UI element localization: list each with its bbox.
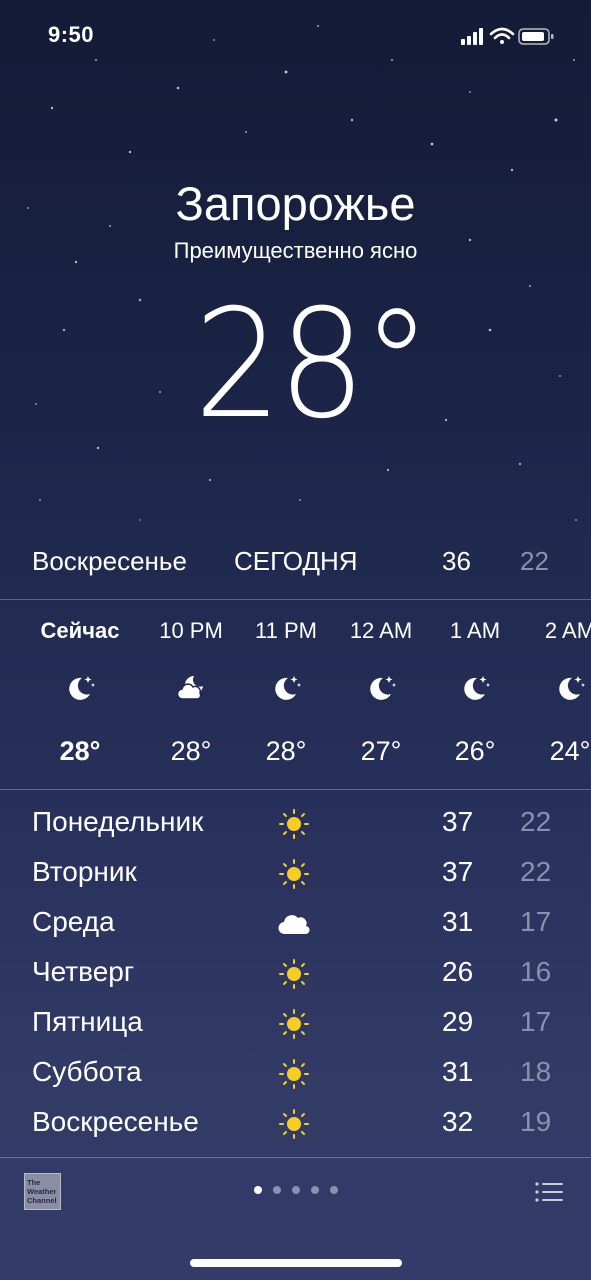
page-dot[interactable] bbox=[273, 1186, 281, 1194]
daily-high: 37 bbox=[442, 806, 474, 837]
today-low: 22 bbox=[520, 546, 549, 576]
daily-low: 16 bbox=[520, 956, 552, 987]
divider bbox=[0, 1157, 591, 1158]
daily-low: 17 bbox=[520, 1006, 552, 1037]
daily-high: 31 bbox=[442, 1056, 474, 1087]
city-name: Запорожье bbox=[175, 177, 416, 230]
status-icons bbox=[461, 26, 561, 51]
daily-row: Понедельник 37 22 bbox=[0, 800, 591, 850]
hour-time: 11 PM bbox=[255, 618, 317, 643]
moon-stars-icon bbox=[370, 676, 396, 700]
hourly-item: 1 AM 26° bbox=[425, 600, 525, 790]
hour-time: 2 AM bbox=[544, 618, 591, 643]
daily-row: Четверг 26 16 bbox=[0, 950, 591, 1000]
divider bbox=[0, 789, 591, 790]
hour-time: 12 AM bbox=[349, 618, 413, 643]
daily-low: 19 bbox=[520, 1106, 552, 1137]
home-indicator[interactable] bbox=[190, 1259, 402, 1267]
daily-high: 37 bbox=[442, 856, 474, 887]
sun-icon bbox=[279, 959, 309, 989]
moon-stars-icon bbox=[559, 676, 585, 700]
hour-time: Сейчас bbox=[40, 618, 120, 643]
page-indicator[interactable] bbox=[254, 1186, 344, 1196]
hourly-item: 2 AM 24° bbox=[520, 600, 591, 790]
wifi-icon bbox=[489, 27, 515, 44]
daily-high: 26 bbox=[442, 956, 474, 987]
hourly-forecast[interactable]: Сейчас 28° 10 PM 28° 11 PM 28° 12 AM 27°… bbox=[0, 600, 591, 790]
hourly-item: 11 PM 28° bbox=[236, 600, 336, 790]
cellular-signal-icon bbox=[461, 28, 483, 45]
hour-temp: 28° bbox=[59, 736, 101, 766]
daily-day: Суббота bbox=[32, 1056, 142, 1087]
hourly-item: Сейчас 28° bbox=[30, 600, 130, 790]
daily-day: Пятница bbox=[32, 1006, 143, 1037]
daily-row: Вторник 37 22 bbox=[0, 850, 591, 900]
logo-line: Weather bbox=[27, 1187, 57, 1196]
daily-high: 29 bbox=[442, 1006, 474, 1037]
daily-day: Воскресенье bbox=[32, 1106, 199, 1137]
list-icon[interactable] bbox=[534, 1180, 564, 1204]
hour-temp: 27° bbox=[360, 736, 402, 766]
logo-line: The bbox=[27, 1178, 41, 1187]
daily-day: Среда bbox=[32, 906, 115, 937]
sun-icon bbox=[279, 1009, 309, 1039]
today-label: СЕГОДНЯ bbox=[234, 546, 358, 576]
daily-row: Воскресенье 32 19 bbox=[0, 1100, 591, 1150]
daily-row: Среда 31 17 bbox=[0, 900, 591, 950]
daily-low: 17 bbox=[520, 906, 552, 937]
daily-high: 31 bbox=[442, 906, 474, 937]
hour-temp: 28° bbox=[265, 736, 307, 766]
daily-low: 18 bbox=[520, 1056, 552, 1087]
today-row: Воскресенье СЕГОДНЯ 36 22 bbox=[0, 540, 591, 584]
daily-high: 32 bbox=[442, 1106, 474, 1137]
sun-icon bbox=[279, 1109, 309, 1139]
moon-stars-icon bbox=[69, 676, 95, 700]
page-dot[interactable] bbox=[330, 1186, 338, 1194]
daily-day: Понедельник bbox=[32, 806, 204, 837]
page-dot[interactable] bbox=[292, 1186, 300, 1194]
daily-day: Четверг bbox=[32, 956, 135, 987]
today-high: 36 bbox=[442, 546, 471, 576]
sun-icon bbox=[279, 809, 309, 839]
cloud-icon bbox=[278, 915, 310, 935]
daily-row: Пятница 29 17 bbox=[0, 1000, 591, 1050]
sun-icon bbox=[279, 859, 309, 889]
daily-low: 22 bbox=[520, 856, 552, 887]
hour-temp: 24° bbox=[549, 736, 591, 766]
battery-icon bbox=[518, 28, 554, 45]
moon-stars-icon bbox=[464, 676, 490, 700]
daily-low: 22 bbox=[520, 806, 552, 837]
page-dot-active[interactable] bbox=[254, 1186, 262, 1194]
daily-row: Суббота 31 18 bbox=[0, 1050, 591, 1100]
hour-temp: 28° bbox=[170, 736, 212, 766]
hour-time: 1 AM bbox=[449, 618, 501, 643]
hour-time: 10 PM bbox=[159, 618, 223, 643]
logo-line: Channel bbox=[27, 1196, 57, 1205]
sun-icon bbox=[279, 1059, 309, 1089]
daily-day: Вторник bbox=[32, 856, 137, 887]
current-temperature: 28° bbox=[194, 278, 431, 452]
weather-condition: Преимущественно ясно bbox=[173, 238, 418, 263]
cloud-moon-icon bbox=[176, 676, 203, 700]
hourly-item: 10 PM 28° bbox=[141, 600, 241, 790]
hour-temp: 26° bbox=[454, 736, 496, 766]
page-dot[interactable] bbox=[311, 1186, 319, 1194]
today-day: Воскресенье bbox=[32, 546, 187, 576]
weather-channel-logo[interactable]: The Weather Channel bbox=[24, 1173, 61, 1210]
hourly-item: 12 AM 27° bbox=[331, 600, 431, 790]
status-bar: 9:50 bbox=[0, 0, 591, 70]
moon-stars-icon bbox=[275, 676, 301, 700]
status-time: 9:50 bbox=[48, 22, 95, 47]
